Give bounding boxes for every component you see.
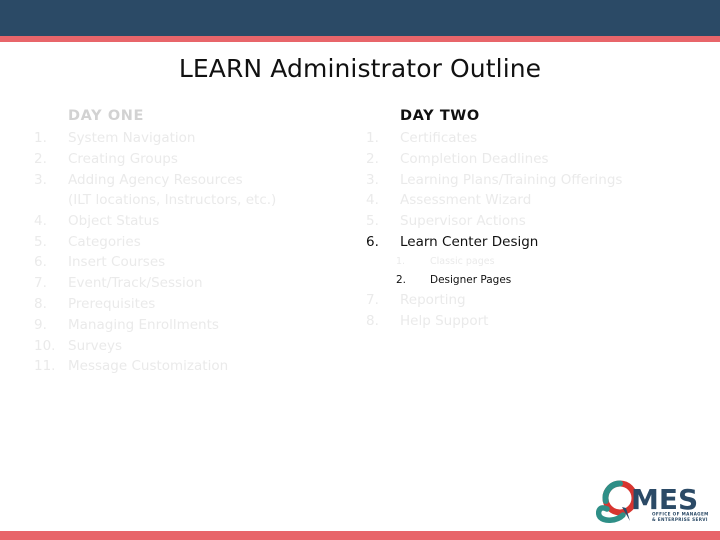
outline-item-number: 2.	[366, 150, 379, 167]
outline-item-label: System Navigation	[68, 130, 196, 146]
omes-logo-mark: MES OFFICE OF MANAGEMENT & ENTERPRISE SE…	[596, 480, 708, 523]
outline-item: 1. System Navigation	[34, 128, 364, 149]
outline-subitem-label: Classic pages	[430, 255, 495, 267]
outline-item-label: Learn Center Design	[400, 233, 539, 250]
outline-item-number: 3.	[366, 171, 379, 188]
outline-item: 1. Certificates	[366, 128, 706, 149]
outline-item-label: Insert Courses	[68, 254, 166, 271]
outline-item-number: 10.	[34, 337, 56, 354]
outline-item-number: 9.	[34, 316, 47, 333]
outline-item: 4. Assessment Wizard	[366, 190, 706, 211]
outline-item-label: Event/Track/Session	[68, 275, 203, 292]
outline-item-number: 8.	[366, 312, 379, 329]
outline-item: 5. Supervisor Actions	[366, 211, 706, 232]
outline-item: 2. Completion Deadlines	[366, 149, 706, 170]
outline-item-number: 7.	[34, 275, 47, 292]
outline-item-number: 6.	[366, 233, 379, 250]
day-two-column: DAY TWO 1. Certificates 2. Completion Deadl…	[366, 106, 706, 331]
day-two-list: 1. Certificates 2. Completion Deadlines 3. Le…	[366, 128, 706, 331]
outline-item-label: Assessment Wizard	[400, 192, 532, 209]
day-one-heading: DAY ONE	[68, 108, 144, 124]
outline-item-label: Learning Plans/Training Offerings	[400, 171, 623, 188]
outline-item-label: Categories	[68, 233, 141, 250]
outline-item-label: Creating Groups	[68, 150, 178, 167]
outline-item-number: 5.	[366, 213, 379, 230]
outline-item: 2. Creating Groups	[34, 149, 364, 170]
outline-item: 6. Learn Center Design	[366, 232, 706, 253]
header-bar	[0, 0, 720, 36]
outline-subitem-number: 2.	[396, 273, 407, 286]
outline-item-label: Prerequisites	[68, 296, 156, 313]
day-two-heading: DAY TWO	[400, 108, 480, 124]
header-accent-stripe	[0, 36, 720, 42]
outline-item: 7. Event/Track/Session	[34, 273, 364, 294]
outline-item-label: Certificates	[400, 130, 478, 146]
page-title: LEARN Administrator Outline	[178, 54, 542, 83]
outline-item-label: Message Customization	[68, 358, 229, 375]
outline-item: 8. Prerequisites	[34, 294, 364, 315]
outline-item-number: 1.	[366, 130, 379, 146]
outline-item-label: Adding Agency Resources	[68, 171, 243, 188]
outline-item: 3. Learning Plans/Training Offerings	[366, 170, 706, 191]
outline-item-label: Supervisor Actions	[400, 213, 526, 230]
outline-item: 10. Surveys	[34, 336, 364, 357]
outline-item: 3. Adding Agency Resources	[34, 170, 364, 191]
outline-subitem-label: Designer Pages	[430, 273, 512, 286]
outline-item: 6. Insert Courses	[34, 252, 364, 273]
outline-item-number: 4.	[34, 212, 47, 229]
outline-subitem-number: 1.	[396, 255, 406, 267]
outline-item-label: Managing Enrollments	[68, 316, 219, 333]
outline-item: 11. Message Customization	[34, 356, 364, 377]
outline-item-number: 4.	[366, 192, 379, 209]
omes-logo: MES OFFICE OF MANAGEMENT & ENTERPRISE SE…	[596, 478, 708, 524]
outline-item: 5. Categories	[34, 232, 364, 253]
outline-item-number: 1.	[34, 130, 47, 146]
outline-item-number: 8.	[34, 296, 47, 313]
outline-item-number: 6.	[34, 254, 47, 271]
outline-item: 8. Help Support	[366, 311, 706, 332]
outline-item-number: 3.	[34, 171, 47, 188]
outline-sublist: 1. Classic pages 2. Designer Pages	[366, 253, 706, 290]
outline-item-label: Completion Deadlines	[400, 150, 549, 167]
outline-item-continuation: (ILT locations, Instructors, etc.)	[68, 192, 277, 209]
outline-item-label: Surveys	[68, 337, 122, 354]
outline-item-label: Help Support	[400, 312, 489, 329]
omes-tagline-line2: & ENTERPRISE SERVICES	[652, 517, 708, 522]
outline-subitem: 1. Classic pages	[366, 253, 706, 271]
outline-item-number: 5.	[34, 233, 47, 250]
outline-item: 9. Managing Enrollments	[34, 315, 364, 336]
outline-item-number: 2.	[34, 150, 47, 167]
outline-item-number: 11.	[34, 358, 56, 375]
outline-item-label: Reporting	[400, 291, 466, 308]
outline-subitem: 2. Designer Pages	[366, 271, 706, 290]
day-one-column: DAY ONE 1. System Navigation 2. Creating Gr…	[34, 106, 364, 377]
outline-item-label: Object Status	[68, 212, 160, 229]
outline-item-number: 7.	[366, 291, 379, 308]
outline-item: 7. Reporting	[366, 290, 706, 311]
omes-tagline-line1: OFFICE OF MANAGEMENT	[652, 512, 708, 517]
day-one-list: 1. System Navigation 2. Creating Groups 3. Ad…	[34, 128, 364, 377]
footer-accent-stripe	[0, 531, 720, 540]
outline-item: 4. Object Status	[34, 211, 364, 232]
